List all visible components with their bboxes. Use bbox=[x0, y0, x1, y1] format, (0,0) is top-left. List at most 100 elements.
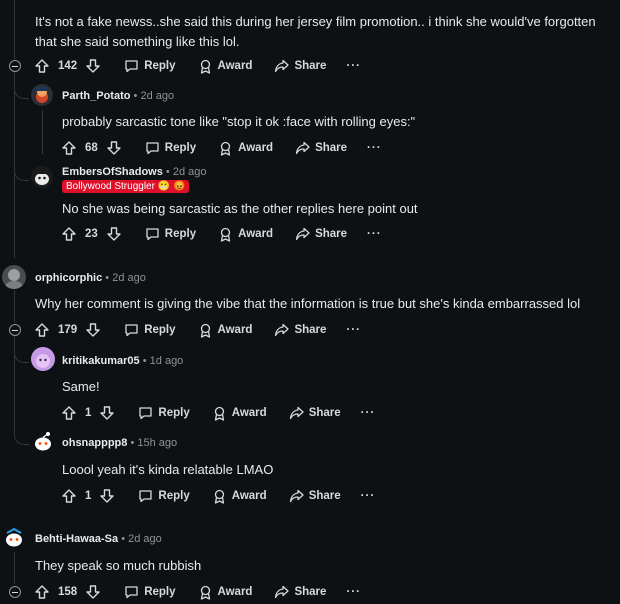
comment-action-bar: 179 Reply Award Share ··· bbox=[35, 320, 361, 340]
more-options-button[interactable]: ··· bbox=[361, 490, 376, 502]
share-icon bbox=[289, 489, 304, 503]
thread-branch bbox=[14, 348, 29, 363]
comment-action-bar: 23 Reply Award Share ··· bbox=[62, 224, 382, 244]
upvote-icon[interactable] bbox=[62, 141, 76, 155]
thread-branch bbox=[14, 166, 29, 181]
reply-icon bbox=[125, 324, 138, 337]
reply-button[interactable]: Reply bbox=[138, 489, 190, 503]
vote-count: 179 bbox=[58, 324, 78, 336]
username[interactable]: kritikakumar05 bbox=[62, 355, 140, 367]
award-icon bbox=[200, 585, 210, 600]
award-button[interactable]: Award bbox=[218, 141, 273, 156]
timestamp[interactable]: 2d ago bbox=[173, 166, 207, 178]
share-icon bbox=[275, 59, 290, 73]
reply-button[interactable]: Reply bbox=[124, 323, 176, 337]
timestamp[interactable]: 2d ago bbox=[112, 272, 146, 284]
avatar[interactable] bbox=[31, 347, 55, 371]
award-button[interactable]: Award bbox=[198, 59, 252, 74]
username[interactable]: Parth_Potato bbox=[62, 90, 130, 102]
vote-group: 1 bbox=[62, 489, 115, 503]
vote-group: 158 bbox=[35, 585, 100, 599]
timestamp[interactable]: 15h ago bbox=[137, 437, 177, 449]
share-button[interactable]: Share bbox=[295, 141, 347, 155]
reply-button[interactable]: Reply bbox=[124, 59, 176, 73]
downvote-icon[interactable] bbox=[107, 227, 121, 241]
timestamp[interactable]: 2d ago bbox=[128, 533, 162, 545]
comment-body: It's not a fake newss..she said this dur… bbox=[35, 14, 596, 49]
share-icon bbox=[295, 141, 310, 155]
thread-branch bbox=[14, 430, 29, 445]
award-button[interactable]: Award bbox=[198, 323, 252, 338]
separator: • bbox=[142, 355, 150, 367]
share-button[interactable]: Share bbox=[289, 406, 341, 420]
award-button[interactable]: Award bbox=[212, 406, 267, 421]
vote-group: 68 bbox=[62, 141, 121, 155]
reply-icon bbox=[139, 490, 153, 503]
comment-body: No she was being sarcastic as the other … bbox=[62, 201, 418, 216]
comment-body: probably sarcastic tone like "stop it ok… bbox=[62, 114, 416, 129]
upvote-icon[interactable] bbox=[35, 59, 49, 73]
award-button[interactable]: Award bbox=[218, 227, 273, 242]
reply-icon bbox=[125, 60, 138, 73]
upvote-icon[interactable] bbox=[62, 227, 76, 241]
award-icon bbox=[214, 406, 224, 421]
more-options-button[interactable]: ··· bbox=[361, 407, 376, 419]
more-options-button[interactable]: ··· bbox=[346, 586, 361, 598]
comment-action-bar: 1 Reply Award Share ··· bbox=[62, 486, 375, 506]
collapse-thread-button[interactable] bbox=[9, 60, 21, 72]
upvote-icon[interactable] bbox=[62, 406, 76, 420]
downvote-icon[interactable] bbox=[86, 585, 100, 599]
comment-body: Why her comment is giving the vibe that … bbox=[35, 296, 581, 311]
award-icon bbox=[200, 323, 210, 338]
comment-meta: kritikakumar05 • 1d ago bbox=[62, 355, 183, 367]
downvote-icon[interactable] bbox=[107, 141, 121, 155]
downvote-icon[interactable] bbox=[100, 489, 115, 503]
more-options-button[interactable]: ··· bbox=[346, 60, 361, 72]
avatar[interactable] bbox=[31, 84, 53, 106]
collapse-thread-button[interactable] bbox=[9, 586, 21, 598]
share-button[interactable]: Share bbox=[289, 489, 341, 503]
comment-meta: Behti-Hawaa-Sa • 2d ago bbox=[35, 533, 162, 545]
vote-count: 1 bbox=[85, 407, 92, 419]
reply-icon bbox=[125, 586, 138, 599]
thread-branch bbox=[14, 84, 29, 99]
upvote-icon[interactable] bbox=[35, 323, 49, 337]
vote-count: 68 bbox=[85, 142, 98, 154]
avatar[interactable] bbox=[2, 526, 26, 550]
award-button[interactable]: Award bbox=[198, 585, 252, 600]
downvote-icon[interactable] bbox=[100, 406, 115, 420]
comment-body: They speak so much rubbish bbox=[35, 558, 202, 573]
reply-button[interactable]: Reply bbox=[145, 141, 196, 155]
upvote-icon[interactable] bbox=[35, 585, 49, 599]
share-button[interactable]: Share bbox=[295, 227, 347, 241]
collapse-thread-button[interactable] bbox=[9, 324, 21, 336]
username[interactable]: Behti-Hawaa-Sa bbox=[35, 533, 118, 545]
downvote-icon[interactable] bbox=[86, 323, 100, 337]
more-options-button[interactable]: ··· bbox=[367, 142, 382, 154]
share-button[interactable]: Share bbox=[274, 59, 326, 73]
username[interactable]: ohsnapppp8 bbox=[62, 437, 127, 449]
timestamp[interactable]: 1d ago bbox=[150, 355, 184, 367]
timestamp[interactable]: 2d ago bbox=[140, 90, 174, 102]
user-flair: Bollywood Struggler 😬 😡 bbox=[62, 180, 190, 193]
separator: • bbox=[165, 166, 173, 178]
reply-button[interactable]: Reply bbox=[124, 585, 176, 599]
username[interactable]: orphicorphic bbox=[35, 272, 102, 284]
comment-body: Same! bbox=[62, 379, 100, 394]
avatar[interactable] bbox=[2, 265, 26, 289]
avatar[interactable] bbox=[31, 430, 55, 454]
reply-icon bbox=[146, 142, 159, 155]
reply-button[interactable]: Reply bbox=[145, 227, 196, 241]
more-options-button[interactable]: ··· bbox=[367, 228, 382, 240]
avatar[interactable] bbox=[31, 166, 53, 188]
share-button[interactable]: Share bbox=[274, 323, 326, 337]
share-button[interactable]: Share bbox=[274, 585, 326, 599]
reply-button[interactable]: Reply bbox=[138, 406, 190, 420]
award-button[interactable]: Award bbox=[212, 489, 267, 504]
username[interactable]: EmbersOfShadows bbox=[62, 166, 163, 178]
upvote-icon[interactable] bbox=[62, 489, 76, 503]
thread-line bbox=[14, 552, 15, 584]
more-options-button[interactable]: ··· bbox=[346, 324, 361, 336]
downvote-icon[interactable] bbox=[86, 59, 100, 73]
share-icon bbox=[275, 323, 290, 337]
